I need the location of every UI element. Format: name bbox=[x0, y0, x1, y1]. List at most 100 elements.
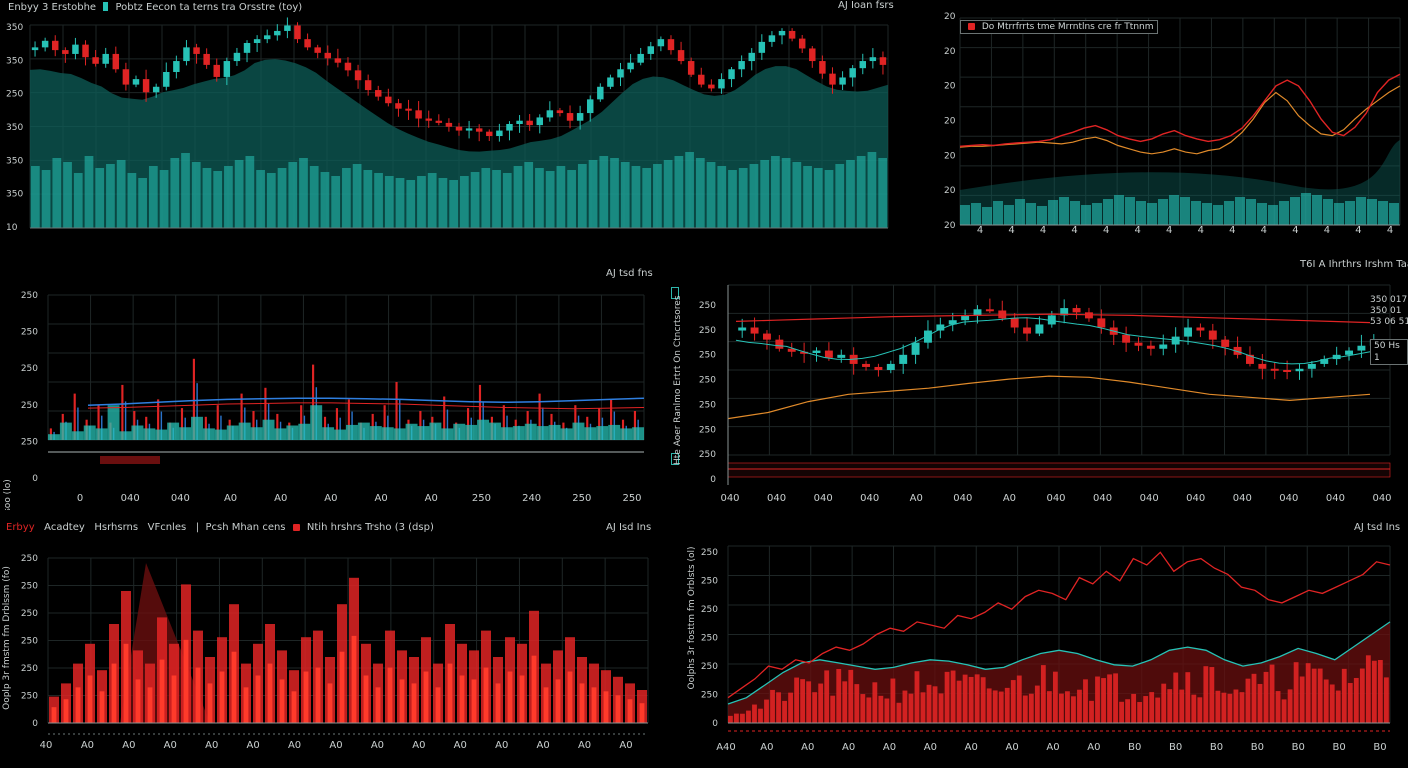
candle bbox=[809, 48, 816, 62]
candle bbox=[750, 327, 759, 334]
x-tick-label: A0 bbox=[760, 742, 773, 753]
volume-bar bbox=[1092, 203, 1102, 225]
x-tick-label: A0 bbox=[924, 742, 937, 753]
volume-bar bbox=[460, 176, 469, 228]
candle bbox=[263, 35, 271, 40]
range-marker bbox=[100, 456, 160, 464]
panel3-y-axis-label: Ooplp 3m fmstm dlo Urbltsoo (lo) bbox=[3, 479, 13, 510]
volume-bar bbox=[138, 178, 147, 228]
candle bbox=[985, 309, 994, 312]
y-tick-label: 250 bbox=[699, 301, 716, 311]
volume-bar bbox=[384, 176, 394, 228]
x-tick-label: A0 bbox=[324, 493, 337, 504]
candle bbox=[546, 110, 554, 118]
bar bbox=[1353, 677, 1359, 723]
trend-line-red bbox=[87, 402, 645, 410]
bar bbox=[1107, 674, 1112, 723]
bar-highlight bbox=[159, 659, 165, 723]
volume-bar bbox=[1081, 205, 1091, 225]
volume-bar bbox=[993, 201, 1003, 225]
volume-bar bbox=[1389, 203, 1399, 225]
bar bbox=[1185, 672, 1191, 723]
candle bbox=[911, 342, 920, 355]
bar-highlight bbox=[279, 679, 285, 723]
bar-highlight bbox=[291, 691, 297, 723]
candle bbox=[354, 70, 362, 81]
bar-teal bbox=[512, 426, 525, 440]
candle bbox=[1146, 345, 1155, 349]
bar bbox=[764, 699, 769, 723]
bar bbox=[938, 693, 944, 723]
x-tick-label: 040 bbox=[1326, 493, 1345, 504]
volume-bar bbox=[781, 158, 791, 228]
candle bbox=[193, 47, 200, 54]
bar bbox=[1077, 689, 1082, 723]
x-tick-label: A0 bbox=[454, 740, 467, 751]
panel4-side-label-2: 350 01 bbox=[1370, 306, 1402, 316]
bar-teal bbox=[477, 419, 490, 440]
x-tick-label: A0 bbox=[122, 740, 135, 751]
bar-teal bbox=[489, 422, 501, 440]
bar bbox=[1131, 693, 1137, 723]
x-tick-label: 4 bbox=[1166, 225, 1172, 236]
panel5-y-axis-label: Ooplp 3r fmstm fm Drblssm (fo) bbox=[2, 566, 12, 710]
bar-highlight bbox=[495, 683, 501, 723]
bar bbox=[854, 684, 860, 723]
bar-highlight bbox=[183, 639, 189, 723]
y-tick-label: 0 bbox=[32, 719, 38, 729]
bar bbox=[776, 692, 781, 723]
volume-strip bbox=[727, 462, 1391, 478]
x-tick-label: A0 bbox=[578, 740, 591, 751]
x-tick-label: A0 bbox=[619, 740, 632, 751]
bar-highlight bbox=[387, 667, 393, 723]
candle bbox=[824, 350, 833, 358]
bar-highlight bbox=[507, 671, 513, 723]
bar-highlight bbox=[411, 683, 417, 723]
bar-teal bbox=[310, 405, 323, 440]
bar bbox=[1149, 692, 1155, 723]
volume-bar bbox=[41, 170, 51, 228]
y-tick-label: 250 bbox=[701, 634, 718, 644]
bar bbox=[1239, 692, 1245, 723]
candle bbox=[516, 120, 523, 124]
bar-teal bbox=[632, 427, 644, 440]
bar bbox=[812, 692, 818, 723]
x-tick-label: 4 bbox=[1198, 225, 1204, 236]
x-tick-label: B0 bbox=[1128, 742, 1141, 753]
bar-highlight bbox=[627, 699, 633, 723]
volume-bar bbox=[470, 172, 480, 228]
candle bbox=[324, 52, 332, 59]
bar-teal bbox=[274, 428, 287, 440]
candle bbox=[41, 40, 49, 48]
bar bbox=[1059, 693, 1064, 723]
candle bbox=[762, 333, 771, 340]
panel-bottom-right: AJ tsd Ins 250 250 250 250 250 250 0 A40 A0 A0 A0 A… bbox=[670, 518, 1408, 768]
bar-teal bbox=[191, 416, 203, 440]
candle bbox=[142, 79, 150, 93]
volume-bar bbox=[824, 170, 834, 228]
y-tick-label: 350 bbox=[6, 23, 23, 33]
volume-bar bbox=[374, 173, 383, 228]
bar-highlight bbox=[555, 679, 561, 723]
candle bbox=[1221, 339, 1230, 347]
bar bbox=[1052, 671, 1058, 723]
volume-bar bbox=[867, 152, 877, 228]
bar bbox=[1263, 671, 1269, 723]
bar-teal bbox=[405, 423, 418, 440]
x-tick-label: 4 bbox=[1071, 225, 1077, 236]
candle bbox=[314, 47, 321, 53]
volume-bar bbox=[599, 156, 609, 228]
volume-bar bbox=[320, 172, 330, 228]
x-tick-label: 040 bbox=[1279, 493, 1298, 504]
bar bbox=[1281, 699, 1287, 723]
bar-teal bbox=[524, 423, 537, 440]
candle bbox=[284, 25, 291, 31]
candle bbox=[839, 77, 846, 85]
x-tick-label: 4 bbox=[1229, 225, 1235, 236]
y-tick-label: 250 bbox=[21, 328, 38, 338]
bar bbox=[1383, 677, 1389, 723]
candle bbox=[102, 53, 109, 64]
volume-bar bbox=[1158, 199, 1168, 225]
bar bbox=[1071, 696, 1076, 723]
y-tick-label: 250 bbox=[701, 577, 718, 587]
